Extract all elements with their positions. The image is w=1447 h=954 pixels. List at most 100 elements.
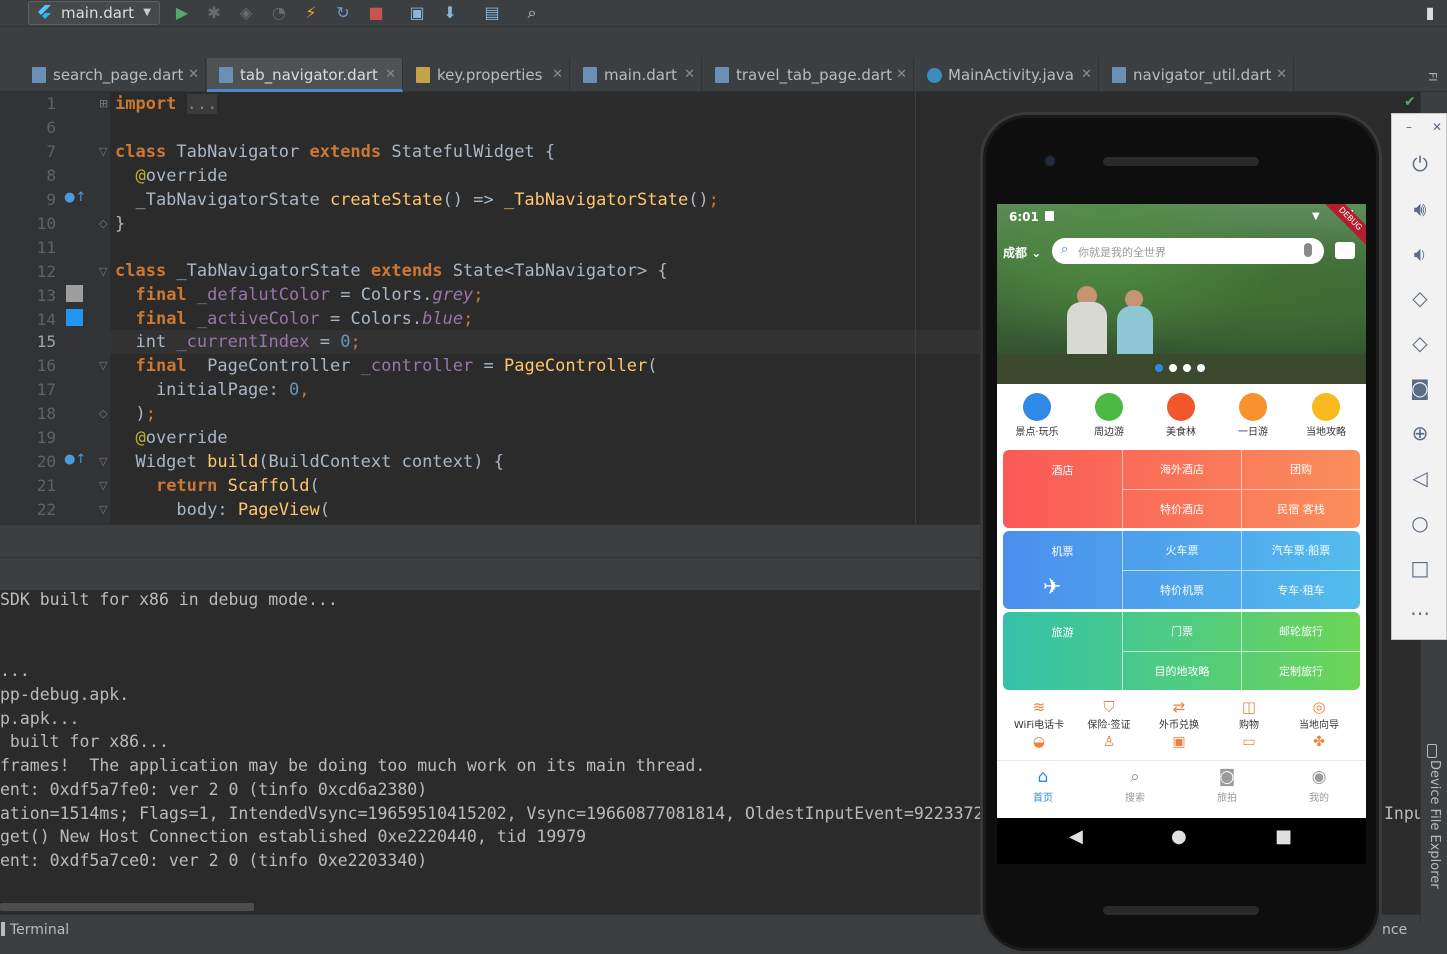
- grid-cell[interactable]: 定制旅行: [1241, 651, 1360, 690]
- money-icon[interactable]: ▣: [1144, 734, 1214, 750]
- fold-icon[interactable]: ◇: [99, 407, 107, 420]
- overview-icon[interactable]: □: [1392, 556, 1447, 580]
- minimize-icon[interactable]: –: [1406, 120, 1412, 134]
- grid-main-travel[interactable]: 旅游: [1003, 612, 1122, 690]
- stop-icon[interactable]: ■: [366, 3, 386, 23]
- terminal-tab[interactable]: Terminal: [10, 922, 69, 938]
- tab-search-page[interactable]: search_page.dart ✕: [20, 58, 206, 92]
- back-icon[interactable]: ◀: [1069, 826, 1083, 847]
- bottom-tab-search[interactable]: ⌕ 搜索: [1089, 767, 1181, 804]
- grid-cell[interactable]: 专车·租车: [1241, 570, 1360, 609]
- debug-icon[interactable]: ✱: [204, 3, 224, 23]
- lock-icon[interactable]: ◒: [1004, 734, 1074, 750]
- person-icon[interactable]: ♙: [1074, 734, 1144, 750]
- local-nav-item[interactable]: 景点·玩乐: [1002, 387, 1072, 438]
- close-icon[interactable]: ✕: [684, 58, 695, 92]
- device-file-explorer-tab[interactable]: Device File Explorer: [1427, 760, 1442, 889]
- overview-icon[interactable]: ■: [1275, 826, 1292, 847]
- horizontal-scrollbar[interactable]: [0, 903, 254, 911]
- override-gutter-icon[interactable]: ●↑: [64, 452, 86, 467]
- tab-main-activity[interactable]: MainActivity.java ✕: [915, 58, 1099, 92]
- apps-icon[interactable]: ✤: [1284, 734, 1354, 750]
- hot-reload-icon[interactable]: ⚡: [301, 3, 321, 23]
- grid-cell[interactable]: 团购: [1241, 450, 1360, 489]
- grid-cell[interactable]: 特价酒店: [1122, 489, 1241, 528]
- home-icon[interactable]: ●: [1171, 826, 1187, 847]
- tab-key-properties[interactable]: key.properties ✕: [404, 58, 570, 92]
- tab-travel-tab-page[interactable]: travel_tab_page.dart ✕: [703, 58, 914, 92]
- profile-icon[interactable]: ◔: [269, 3, 289, 23]
- event-log-tab-fragment[interactable]: nce: [1382, 922, 1407, 938]
- carousel-dot[interactable]: [1197, 364, 1205, 372]
- camera-icon[interactable]: ◙: [1392, 376, 1447, 400]
- home-icon[interactable]: ○: [1392, 511, 1447, 535]
- run-icon[interactable]: ▶: [172, 3, 192, 23]
- rotate-left-icon[interactable]: ◇: [1392, 286, 1447, 310]
- hot-restart-icon[interactable]: ↻: [333, 3, 353, 23]
- close-icon[interactable]: ✕: [385, 58, 396, 92]
- grid-cell[interactable]: 邮轮旅行: [1241, 612, 1360, 651]
- local-nav-item[interactable]: 当地攻略: [1291, 387, 1361, 438]
- search-icon[interactable]: ⌕: [522, 3, 542, 23]
- fold-icon[interactable]: ▽: [99, 145, 107, 158]
- banner-image[interactable]: [997, 204, 1366, 384]
- grid-cell[interactable]: 汽车票·船票: [1241, 531, 1360, 570]
- fold-icon[interactable]: ▽: [99, 503, 107, 516]
- local-nav-item[interactable]: 一日游: [1218, 387, 1288, 438]
- tab-navigator-util[interactable]: navigator_util.dart ✕: [1100, 58, 1294, 92]
- zoom-icon[interactable]: ⊕: [1392, 421, 1447, 445]
- run-config-selector[interactable]: main.dart ▼: [28, 1, 160, 25]
- microphone-icon[interactable]: [1304, 243, 1312, 257]
- close-icon[interactable]: ✕: [1081, 58, 1092, 92]
- grid-cell[interactable]: 火车票: [1122, 531, 1241, 570]
- grid-cell[interactable]: 门票: [1122, 612, 1241, 651]
- grid-main-hotel[interactable]: 酒店: [1003, 450, 1122, 528]
- grid-cell[interactable]: 民宿 客栈: [1241, 489, 1360, 528]
- close-icon[interactable]: ✕: [1432, 120, 1442, 134]
- search-bar[interactable]: ⌕ 你就是我的全世界: [1052, 238, 1324, 264]
- bottom-tab-home[interactable]: ⌂ 首页: [997, 767, 1089, 804]
- carousel-dot[interactable]: [1169, 364, 1177, 372]
- rotate-right-icon[interactable]: ◇: [1392, 331, 1447, 355]
- sub-nav-item[interactable]: ≋ WiFi电话卡: [1004, 694, 1074, 731]
- sub-nav-item[interactable]: ⛉ 保险·签证: [1074, 694, 1144, 731]
- fold-icon[interactable]: ▽: [99, 359, 107, 372]
- sub-nav-item[interactable]: ⇄ 外币兑换: [1144, 694, 1214, 731]
- grid-cell[interactable]: 目的地攻略: [1122, 651, 1241, 690]
- close-icon[interactable]: ✕: [188, 58, 199, 92]
- project-structure-icon[interactable]: ▤: [482, 3, 502, 23]
- avd-manager-icon[interactable]: ▣: [407, 3, 427, 23]
- close-icon[interactable]: ✕: [896, 58, 907, 92]
- carousel-dot[interactable]: [1183, 364, 1191, 372]
- local-nav-item[interactable]: 周边游: [1074, 387, 1144, 438]
- fold-icon[interactable]: ◇: [99, 217, 107, 230]
- grid-main-flight[interactable]: 机票 ✈: [1003, 531, 1122, 609]
- fold-icon[interactable]: ▽: [99, 265, 107, 278]
- more-icon[interactable]: ⋯: [1392, 601, 1447, 625]
- grid-cell[interactable]: 海外酒店: [1122, 450, 1241, 489]
- sub-nav-item[interactable]: ◫ 购物: [1214, 694, 1284, 731]
- sdk-manager-icon[interactable]: ⬇: [440, 3, 460, 23]
- power-icon[interactable]: ⏻: [1392, 152, 1447, 176]
- bottom-tab-mine[interactable]: ◉ 我的: [1273, 767, 1365, 804]
- account-icon[interactable]: ▮: [1420, 3, 1440, 23]
- tab-main-dart[interactable]: main.dart ✕: [571, 58, 702, 92]
- grid-cell[interactable]: 特价机票: [1122, 570, 1241, 609]
- close-icon[interactable]: ✕: [1276, 58, 1287, 92]
- app-screen[interactable]: 6:01 ▼ DEBUG 成都 ⌄ ⌕ 你就是我的全世界 景点·玩乐 周边游 美…: [997, 204, 1366, 818]
- fold-icon[interactable]: ▽: [99, 479, 107, 492]
- carousel-dot[interactable]: [1155, 364, 1163, 372]
- flutter-outline-tab[interactable]: Fl: [1426, 72, 1439, 81]
- local-nav-item[interactable]: 美食林: [1146, 387, 1216, 438]
- fold-icon[interactable]: ▽: [99, 455, 107, 468]
- close-icon[interactable]: ✕: [552, 58, 563, 92]
- volume-down-icon[interactable]: 🔉︎: [1392, 242, 1447, 266]
- coverage-icon[interactable]: ◈: [236, 3, 256, 23]
- override-gutter-icon[interactable]: ●↑: [64, 190, 86, 205]
- tab-tab-navigator[interactable]: tab_navigator.dart ✕: [207, 58, 403, 92]
- message-icon[interactable]: [1335, 242, 1355, 259]
- sub-nav-item[interactable]: ◎ 当地向导: [1284, 694, 1354, 731]
- bottom-tab-travel-photo[interactable]: ◙ 旅拍: [1181, 767, 1273, 804]
- fold-icon[interactable]: ⊞: [99, 97, 108, 110]
- back-icon[interactable]: ◁: [1392, 466, 1447, 490]
